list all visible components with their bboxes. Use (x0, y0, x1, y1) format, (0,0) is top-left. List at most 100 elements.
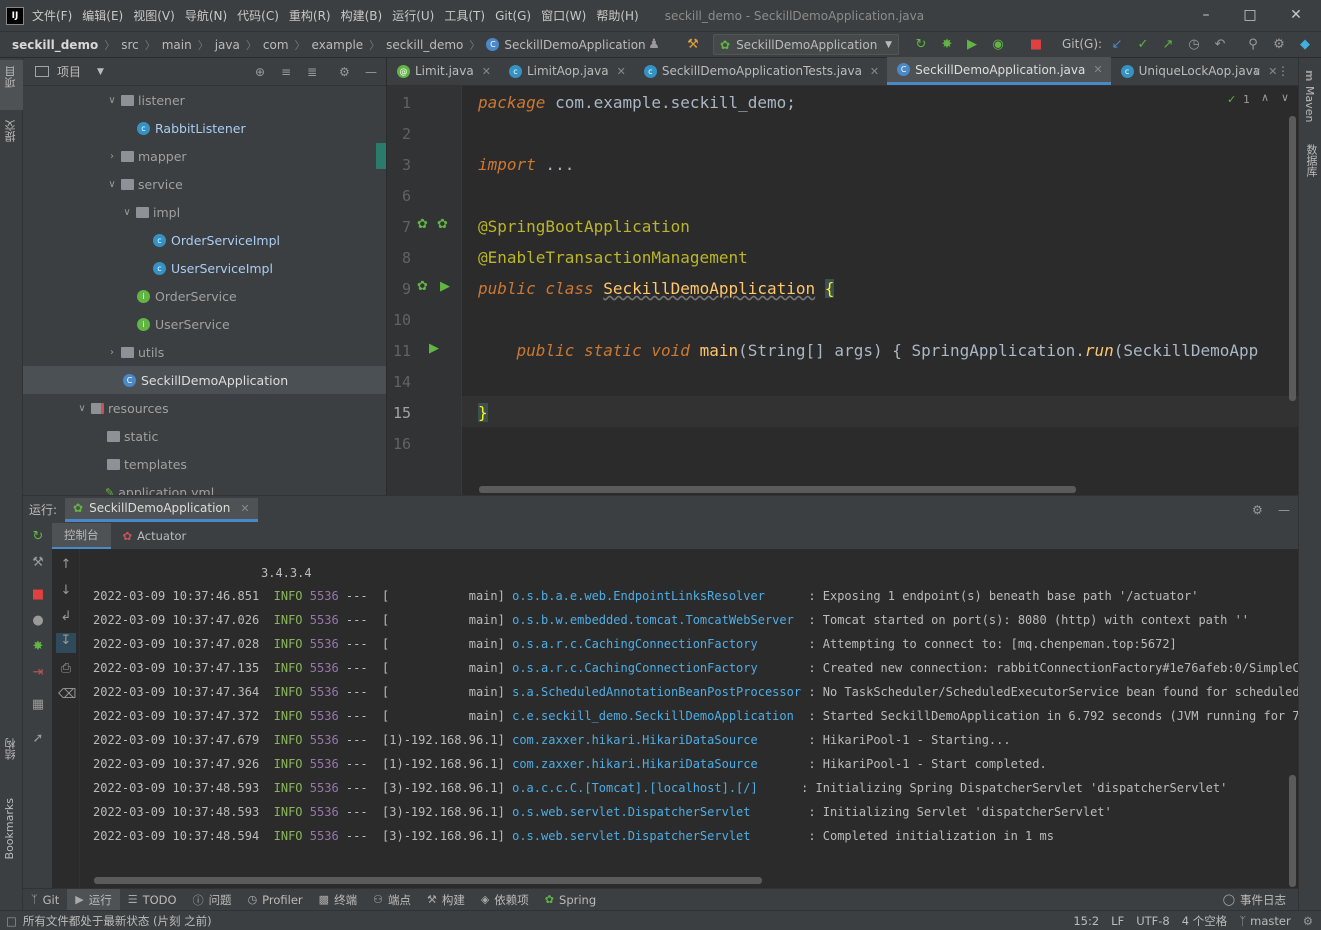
tree-item-userservice[interactable]: i UserService (23, 310, 386, 338)
breadcrumb-class[interactable]: SeckillDemoApplication (504, 38, 645, 52)
hide-icon[interactable]: — (365, 65, 377, 79)
menu-edit[interactable]: 编辑(E) (82, 7, 123, 24)
tree-item-seckilldemoapplication[interactable]: C SeckillDemoApplication (23, 366, 386, 394)
close-tab-icon[interactable]: ✕ (617, 65, 626, 78)
stop-icon[interactable]: ■ (1027, 36, 1045, 54)
chevron-down-icon[interactable]: ∨ (120, 207, 134, 218)
arrow-up-icon[interactable]: ↑ (58, 557, 74, 573)
project-panel-title[interactable]: 项目 (57, 63, 81, 80)
breadcrumb-package[interactable]: seckill_demo (386, 38, 463, 52)
settings-icon[interactable]: ⚙ (339, 65, 350, 79)
chevron-down-icon[interactable]: ∨ (105, 179, 119, 190)
menu-view[interactable]: 视图(V) (133, 7, 175, 24)
project-tool-button[interactable]: 项目 (3, 66, 19, 88)
file-encoding[interactable]: UTF-8 (1136, 914, 1170, 928)
print-icon[interactable]: ⎙ (58, 661, 74, 677)
menu-refactor[interactable]: 重构(R) (289, 7, 331, 24)
tab-profiler[interactable]: ◷ Profiler (240, 889, 311, 911)
minimize-icon[interactable]: – (1184, 0, 1228, 31)
collapse-all-icon[interactable]: ≣ (307, 65, 317, 79)
search-icon[interactable]: ⚲ (1244, 36, 1262, 54)
toolbox-icon[interactable]: ◆ (1296, 36, 1314, 54)
status-toggle-icon[interactable]: □ (6, 914, 17, 928)
breadcrumb-example[interactable]: example (312, 38, 364, 52)
tree-item-applicationyml[interactable]: ✎ application.yml (23, 478, 386, 496)
hide-icon[interactable]: — (1278, 503, 1290, 517)
tab-todo[interactable]: ☰ TODO (120, 889, 185, 911)
chevron-down-icon[interactable]: ∨ (1281, 91, 1289, 104)
tree-item-userserviceimpl[interactable]: c UserServiceImpl (23, 254, 386, 282)
menu-file[interactable]: 文件(F) (32, 7, 72, 24)
menu-tools[interactable]: 工具(T) (444, 7, 485, 24)
tree-item-orderservice[interactable]: i OrderService (23, 282, 386, 310)
breadcrumb-java[interactable]: java (215, 38, 240, 52)
chevron-down-icon[interactable]: ∨ (75, 403, 89, 414)
chevron-down-icon[interactable]: ∨ (105, 95, 119, 106)
settings-icon[interactable]: ⚙ (1270, 36, 1288, 54)
debug-icon[interactable]: ✸ (938, 36, 956, 54)
console-output[interactable]: 3.4.3.4 2022-03-09 10:37:46.851 INFO 553… (80, 549, 1298, 888)
tree-item-orderserviceimpl[interactable]: c OrderServiceImpl (23, 226, 386, 254)
menu-navigate[interactable]: 导航(N) (185, 7, 227, 24)
wrench-icon[interactable]: ⚒ (30, 555, 46, 571)
rerun-icon[interactable]: ↻ (912, 36, 930, 54)
event-log-status-icon[interactable]: ⚙ (1303, 914, 1313, 928)
breadcrumb-com[interactable]: com (263, 38, 289, 52)
camera-icon[interactable]: ● (30, 613, 46, 629)
editor-horizontal-scrollbar[interactable] (479, 486, 1076, 493)
pin-icon[interactable]: ➚ (30, 731, 46, 747)
layout-icon[interactable]: ▦ (30, 697, 46, 713)
exit-icon[interactable]: ⇥ (30, 665, 46, 681)
menu-git[interactable]: Git(G) (495, 9, 531, 23)
locate-icon[interactable]: ⊕ (255, 65, 265, 79)
expand-all-icon[interactable]: ≡ (281, 65, 291, 79)
tree-item-mapper[interactable]: › mapper (23, 142, 386, 170)
menu-build[interactable]: 构建(B) (341, 7, 383, 24)
git-update-icon[interactable]: ↙ (1108, 36, 1126, 54)
cursor-position[interactable]: 15:2 (1073, 914, 1099, 928)
run-gutter-icon[interactable]: ▶ (429, 341, 439, 356)
tab-spring[interactable]: ✿ Spring (537, 889, 604, 911)
tab-problems[interactable]: ⓘ 问题 (185, 889, 240, 911)
structure-tool-button[interactable]: 结构 (3, 738, 19, 760)
tab-build[interactable]: ⚒ 构建 (419, 889, 473, 911)
settings-icon[interactable]: ⚙ (1252, 503, 1263, 517)
spring-icon[interactable]: ✿ (437, 217, 448, 232)
commit-tool-button[interactable]: 提交 (3, 120, 19, 142)
spring-bean-icon[interactable]: ✿ (417, 279, 428, 294)
tab-limitaop[interactable]: c LimitAop.java ✕ (499, 57, 634, 85)
git-commit-icon[interactable]: ✓ (1134, 36, 1152, 54)
tab-event-log[interactable]: ◯ 事件日志 (1215, 889, 1294, 911)
tree-item-templates[interactable]: templates (23, 450, 386, 478)
tree-item-static[interactable]: static (23, 422, 386, 450)
soft-wrap-icon[interactable]: ↲ (58, 609, 74, 625)
tab-seckilldemoapplication[interactable]: C SeckillDemoApplication.java ✕ (887, 57, 1111, 85)
chevron-down-icon[interactable]: ▼ (97, 67, 104, 77)
code-editor[interactable]: 1 2 3 6 7 8 9 10 11 14 15 16 ✿ ✿ ✿ ▶ ▶ p… (387, 86, 1298, 495)
tab-actuator[interactable]: ✿ Actuator (111, 523, 199, 549)
menu-run[interactable]: 运行(U) (392, 7, 434, 24)
tree-item-rabbitlistener[interactable]: c RabbitListener (23, 114, 386, 142)
chevron-right-icon[interactable]: › (105, 347, 119, 358)
maximize-icon[interactable]: □ (1228, 0, 1272, 31)
history-icon[interactable]: ◷ (1185, 36, 1203, 54)
git-push-icon[interactable]: ↗ (1159, 36, 1177, 54)
run-config-select[interactable]: ✿ SeckillDemoApplication ▼ (713, 34, 899, 55)
tree-item-utils[interactable]: › utils (23, 338, 386, 366)
close-tab-icon[interactable]: ✕ (240, 502, 249, 515)
close-tab-icon[interactable]: ✕ (482, 65, 491, 78)
coverage-icon[interactable]: ▶ (963, 36, 981, 54)
tab-console[interactable]: 控制台 (52, 523, 111, 549)
chevron-up-icon[interactable]: ∧ (1261, 91, 1269, 104)
tree-item-resources[interactable]: ∨ resources (23, 394, 386, 422)
breadcrumb-project[interactable]: seckill_demo (12, 38, 98, 52)
trash-icon[interactable]: ⌫ (58, 687, 76, 703)
editor-vertical-scrollbar[interactable] (1289, 116, 1296, 401)
close-tab-icon[interactable]: ✕ (870, 65, 879, 78)
git-branch[interactable]: master (1250, 914, 1291, 928)
bean-icon[interactable]: ✿ (417, 217, 428, 232)
inspection-ok-icon[interactable]: ✓ (1227, 93, 1236, 106)
tab-git[interactable]: ᛉ Git (23, 889, 67, 911)
console-vertical-scrollbar[interactable] (1289, 775, 1296, 887)
rollback-icon[interactable]: ↶ (1211, 36, 1229, 54)
